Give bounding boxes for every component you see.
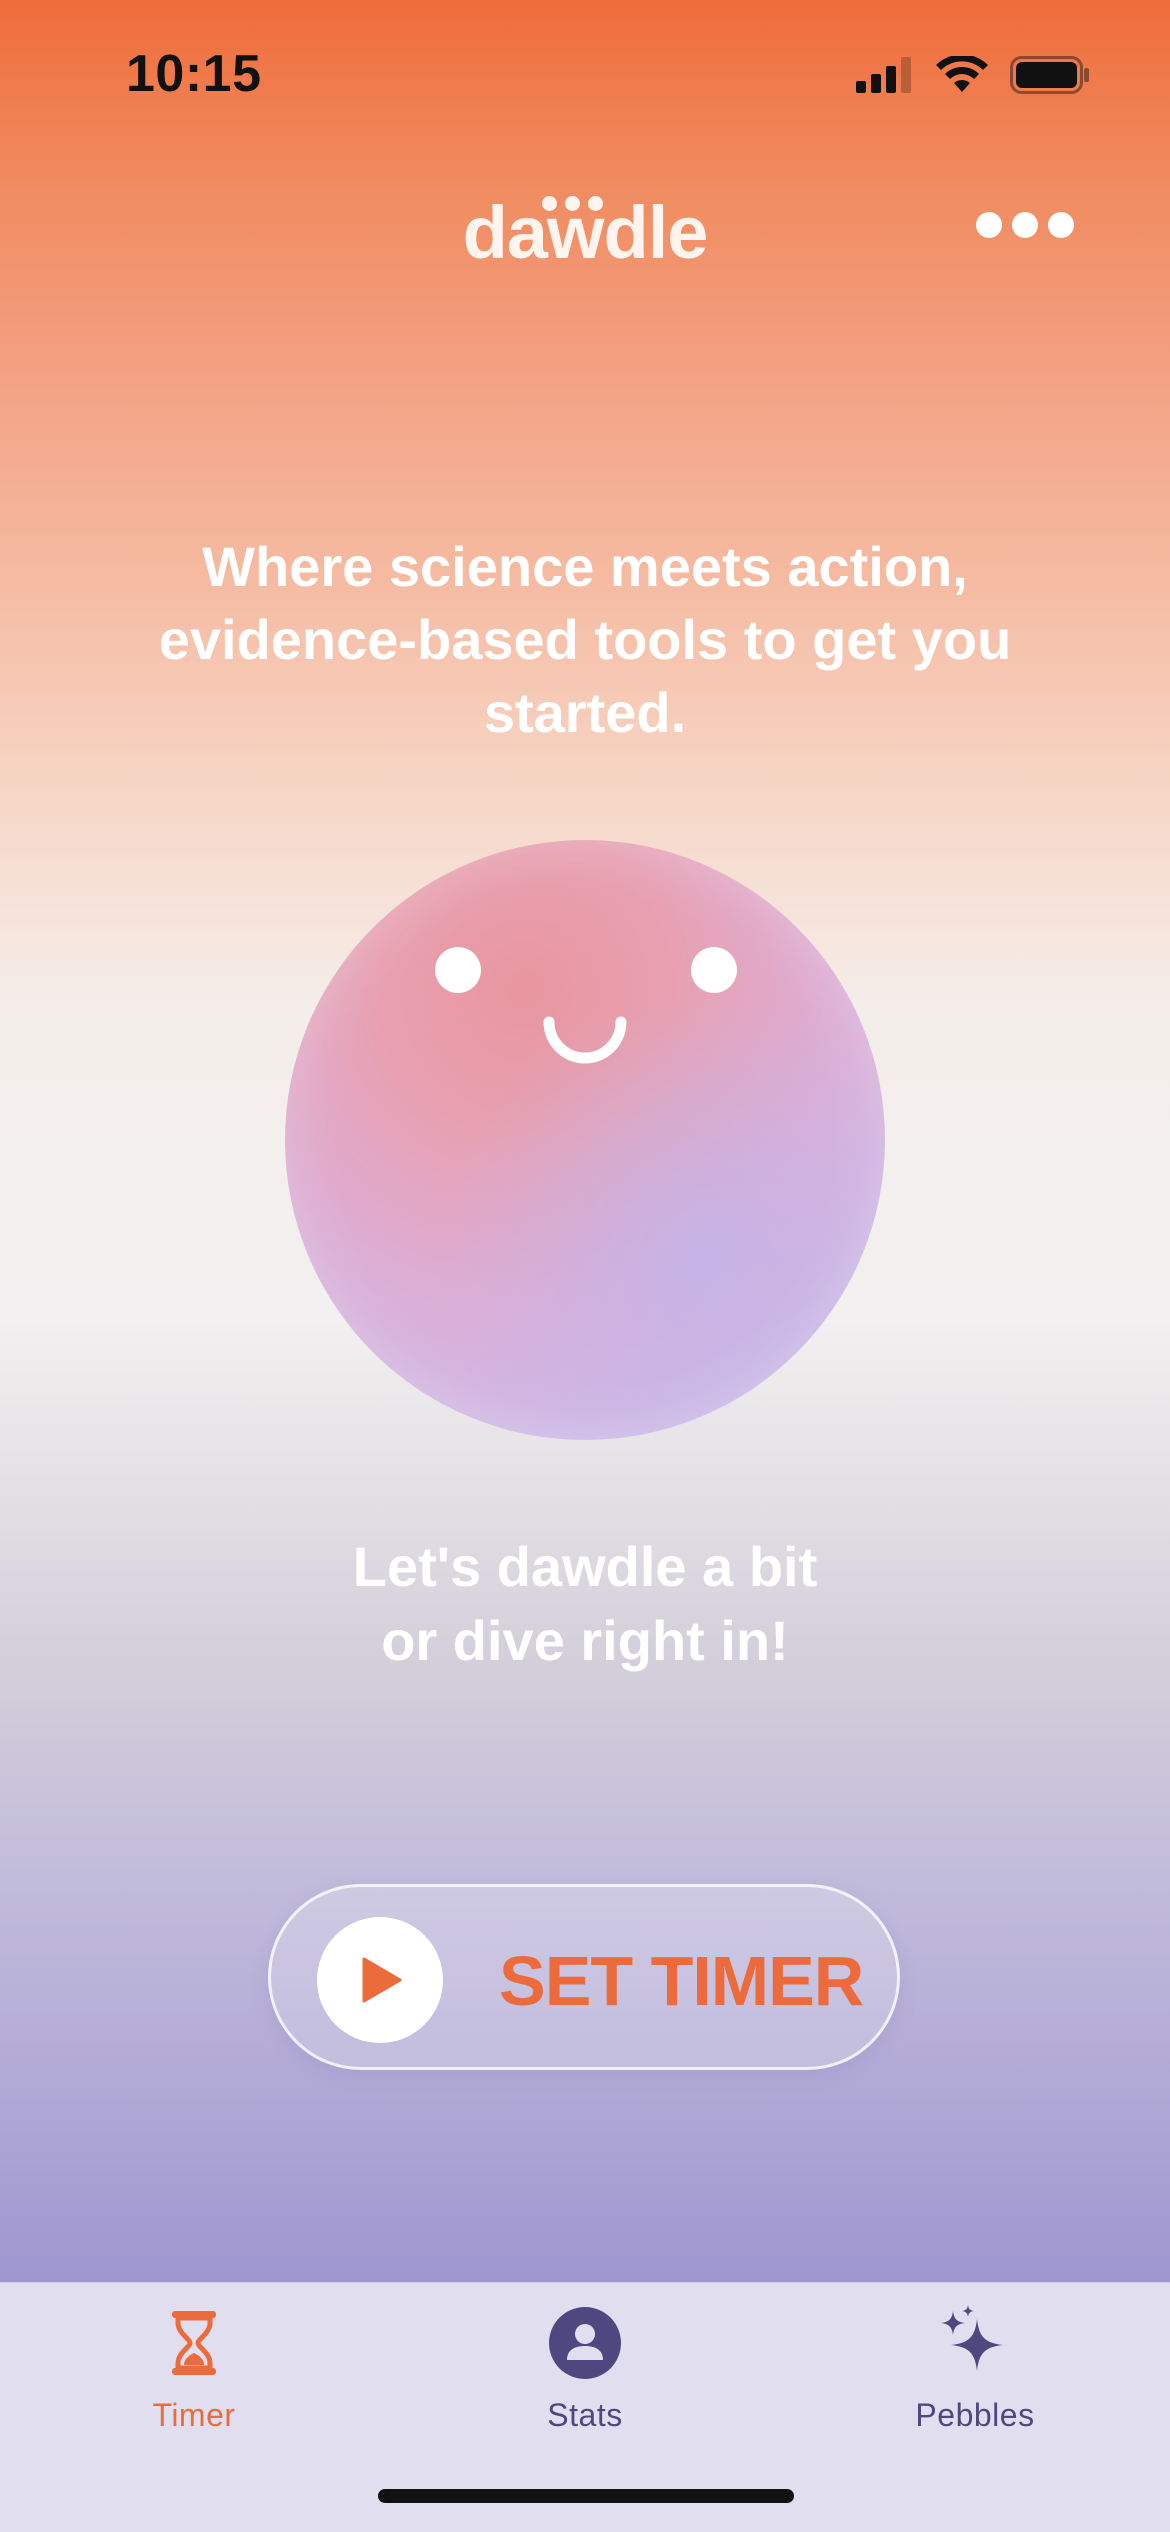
signal-icon [856, 57, 914, 98]
battery-icon [1010, 56, 1090, 99]
tab-pebbles-label: Pebbles [915, 2397, 1035, 2433]
tagline: Where science meets action, evidence-bas… [158, 535, 1012, 744]
tab-pebbles[interactable]: Pebbles [845, 2303, 1105, 2443]
hourglass-icon [172, 2311, 216, 2375]
subtitle-line-2: or dive right in! [381, 1609, 789, 1672]
play-icon [362, 1957, 402, 2003]
subtitle-line-1: Let's dawdle a bit [352, 1535, 818, 1598]
set-timer-button[interactable]: SET TIMER [268, 1884, 900, 2070]
mascot-face [285, 840, 885, 1440]
app-screen: 10:15 dawdle Where science meets action,… [0, 0, 1170, 2532]
sparkles-icon [941, 2305, 1003, 2371]
status-icons [856, 54, 1090, 99]
more-dot-icon [1048, 212, 1074, 238]
status-time: 10:15 [126, 45, 262, 103]
more-dot-icon [976, 212, 1002, 238]
mascot-right-eye [691, 947, 737, 993]
wifi-icon [936, 54, 988, 99]
tab-timer-label: Timer [152, 2397, 236, 2433]
tab-stats[interactable]: Stats [455, 2303, 715, 2443]
tab-stats-label: Stats [547, 2397, 623, 2433]
play-button[interactable] [317, 1917, 443, 2043]
mascot-left-eye [435, 947, 481, 993]
tab-timer[interactable]: Timer [64, 2303, 324, 2443]
more-options-button[interactable] [976, 212, 1074, 238]
set-timer-label: SET TIMER [499, 1942, 864, 2020]
status-bar: 10:15 [0, 0, 1170, 150]
home-indicator[interactable] [378, 2489, 794, 2503]
subtitle: Let's dawdle a bit or dive right in! [235, 1530, 935, 1678]
tab-bar: Timer Stats Pebbles [0, 2282, 1170, 2532]
more-dot-icon [1012, 212, 1038, 238]
user-circle-icon [549, 2307, 621, 2379]
logo-dots-icon [542, 196, 603, 211]
mascot-smile-icon [543, 1016, 627, 1064]
